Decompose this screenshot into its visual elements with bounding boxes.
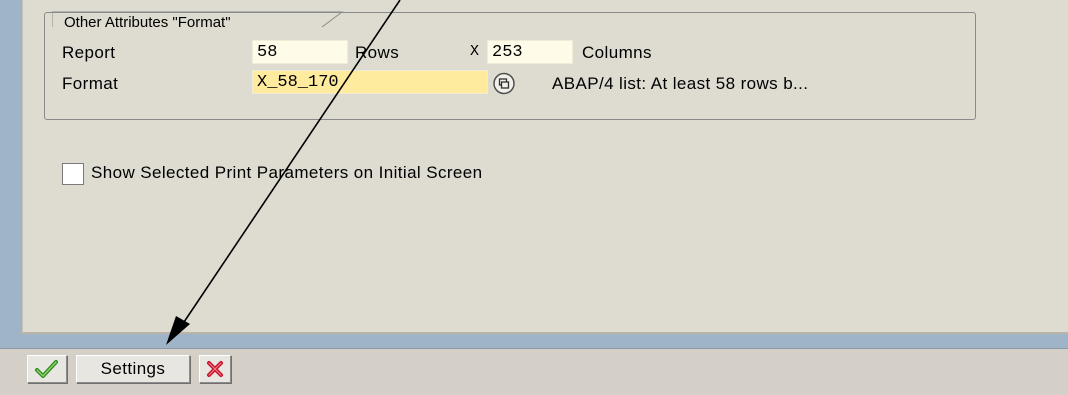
footer-blue-bar (0, 334, 1068, 348)
columns-label: Columns (582, 43, 652, 62)
report-label: Report (62, 43, 116, 62)
group-title-tab: Other Attributes "Format" (52, 0, 357, 31)
format-input[interactable]: X_58_170 (252, 70, 488, 94)
settings-button[interactable]: Settings (76, 355, 190, 383)
times-label: X (470, 43, 480, 60)
group-title: Other Attributes "Format" (64, 14, 231, 31)
format-label: Format (62, 74, 119, 93)
confirm-button[interactable] (27, 355, 67, 383)
show-print-params-checkbox[interactable] (62, 163, 84, 185)
red-x-icon (207, 361, 223, 377)
left-frame-strip (0, 0, 22, 334)
rows-input[interactable]: 58 (252, 40, 348, 64)
possible-entries-icon (493, 72, 515, 95)
format-description: ABAP/4 list: At least 58 rows b... (552, 74, 809, 93)
show-print-params-label: Show Selected Print Parameters on Initia… (91, 163, 483, 182)
cancel-button[interactable] (199, 355, 231, 383)
rows-label: Rows (355, 43, 400, 62)
green-check-icon (35, 360, 58, 378)
columns-input[interactable]: 253 (487, 40, 573, 64)
possible-entries-button[interactable] (489, 70, 519, 97)
